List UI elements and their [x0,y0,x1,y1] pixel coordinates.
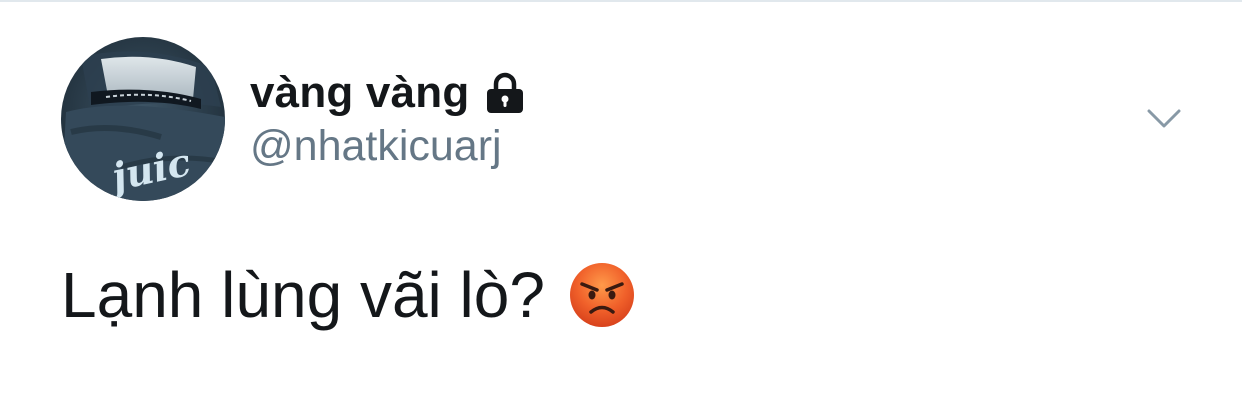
avatar-image: juic [61,37,225,201]
display-name-row: vàng vàng [250,66,527,120]
tweet-text-row: Lạnh lùng vãi lò? [61,250,635,340]
tweet[interactable]: juic vàng vàng @nhatkicuarj Lạnh lùng vã… [0,0,1242,403]
angry-face-icon [569,262,635,328]
user-handle[interactable]: @nhatkicuarj [250,122,502,171]
avatar[interactable]: juic [61,37,225,201]
display-name[interactable]: vàng vàng [250,68,469,118]
chevron-down-icon[interactable] [1146,104,1182,132]
tweet-text: Lạnh lùng vãi lò? [61,259,545,331]
lock-icon [483,71,527,115]
